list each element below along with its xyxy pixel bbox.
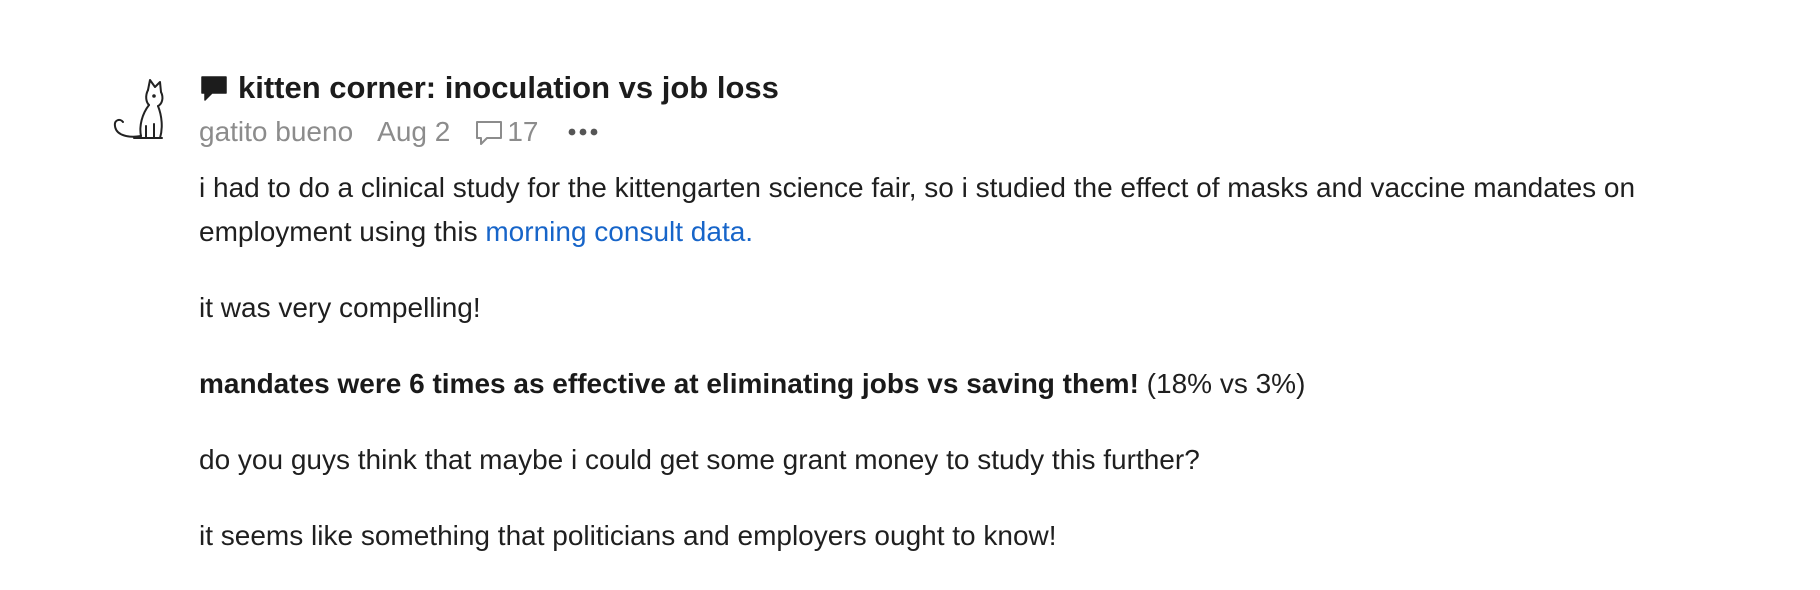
- paragraph-5: it seems like something that politicians…: [199, 520, 1057, 551]
- post-title[interactable]: kitten corner: inoculation vs job loss: [238, 70, 779, 106]
- post-body: i had to do a clinical study for the kit…: [199, 166, 1659, 558]
- more-options-icon: [569, 128, 598, 136]
- post-date[interactable]: Aug 2: [377, 116, 450, 148]
- comment-count: 17: [507, 116, 539, 147]
- title-row: kitten corner: inoculation vs job loss: [199, 66, 1659, 110]
- bold-claim: mandates were 6 times as effective at el…: [199, 368, 1139, 399]
- post-content: kitten corner: inoculation vs job loss g…: [199, 66, 1659, 590]
- paragraph-1-text: i had to do a clinical study for the kit…: [199, 172, 1636, 247]
- comment-icon: [474, 117, 504, 147]
- paragraph-2: it was very compelling!: [199, 292, 481, 323]
- paragraph-3-rest: (18% vs 3%): [1138, 368, 1306, 399]
- comments-button[interactable]: 17: [474, 116, 538, 148]
- chat-bubble-icon: [199, 73, 229, 103]
- paragraph-1: i had to do a clinical study for the kit…: [199, 166, 1659, 254]
- paragraph-4: do you guys think that maybe i could get…: [199, 444, 1200, 475]
- author-name[interactable]: gatito bueno: [199, 116, 353, 148]
- cat-avatar-icon[interactable]: [110, 74, 172, 146]
- more-options-button[interactable]: [566, 125, 600, 139]
- post-meta: gatito bueno Aug 2 17: [199, 112, 1659, 152]
- morning-consult-link[interactable]: morning consult data.: [485, 216, 753, 247]
- paragraph-3: mandates were 6 times as effective at el…: [199, 362, 1659, 406]
